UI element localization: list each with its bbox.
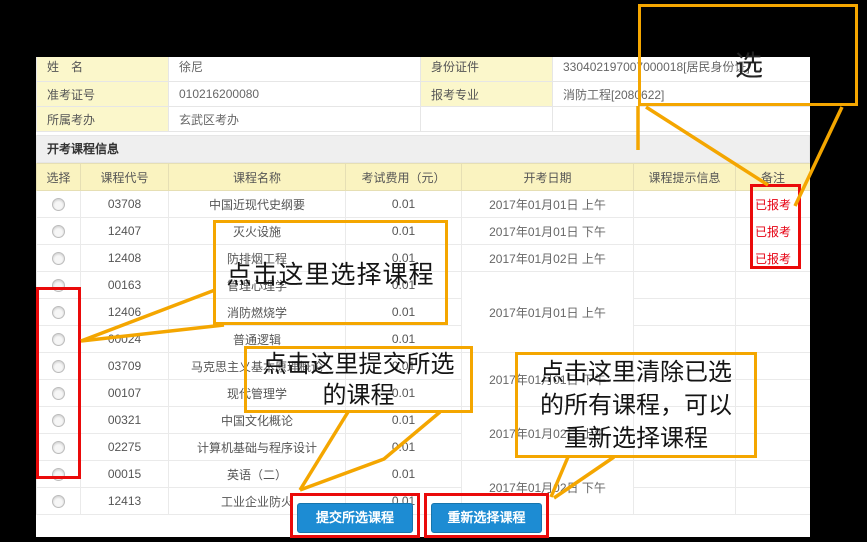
course-row: 00015英语（二）0.012017年01月02日 下午 <box>37 461 811 488</box>
column-header: 考试费用（元） <box>346 164 462 191</box>
course-hint <box>634 218 736 245</box>
course-select-cell <box>37 191 81 218</box>
name-value: 徐尼 <box>169 57 421 82</box>
callout-top-right-visible-text: 选 <box>735 44 763 84</box>
course-code: 00163 <box>81 272 169 299</box>
exam-no-value: 010216200080 <box>169 82 421 107</box>
course-name: 计算机基础与程序设计 <box>169 434 346 461</box>
office-value: 玄武区考办 <box>169 107 421 132</box>
id-card-label: 身份证件 <box>421 57 553 82</box>
course-row: 03708中国近现代史纲要0.012017年01月01日 上午已报考 <box>37 191 811 218</box>
course-remark <box>736 461 811 488</box>
course-hint <box>634 461 736 488</box>
course-radio-button[interactable] <box>52 225 65 238</box>
course-remark <box>736 272 811 299</box>
exam-no-label: 准考证号 <box>37 82 169 107</box>
course-fee: 0.01 <box>346 434 462 461</box>
course-select-cell <box>37 245 81 272</box>
course-hint <box>634 245 736 272</box>
course-code: 03709 <box>81 353 169 380</box>
course-remark <box>736 299 811 326</box>
course-radio-button[interactable] <box>52 252 65 265</box>
course-hint <box>634 326 736 353</box>
course-code: 12408 <box>81 245 169 272</box>
course-hint <box>634 191 736 218</box>
course-table-header-row: 选择课程代号课程名称考试费用（元）开考日期课程提示信息备注 <box>37 164 811 191</box>
course-code: 12406 <box>81 299 169 326</box>
course-code: 12407 <box>81 218 169 245</box>
course-code: 00107 <box>81 380 169 407</box>
highlight-box-radio-column <box>36 287 81 479</box>
empty-cell <box>421 107 553 132</box>
course-code: 03708 <box>81 191 169 218</box>
course-date: 2017年01月01日 上午 <box>462 272 634 353</box>
column-header: 开考日期 <box>462 164 634 191</box>
info-row-office: 所属考办 玄武区考办 <box>37 107 811 132</box>
course-code: 02275 <box>81 434 169 461</box>
course-select-cell <box>37 218 81 245</box>
section-title: 开考课程信息 <box>36 135 810 163</box>
highlight-box-reset-button <box>424 493 549 538</box>
course-date: 2017年01月02日 上午 <box>462 245 634 272</box>
callout-clear-course: 点击这里清除已选 的所有课程，可以 重新选择课程 <box>515 352 757 458</box>
course-code: 00321 <box>81 407 169 434</box>
callout-select-course: 点击这里选择课程 <box>213 220 448 325</box>
course-select-cell <box>37 488 81 515</box>
course-name: 英语（二） <box>169 461 346 488</box>
course-remark <box>736 488 811 515</box>
course-table: 选择课程代号课程名称考试费用（元）开考日期课程提示信息备注 03708中国近现代… <box>36 163 810 515</box>
course-remark <box>736 326 811 353</box>
column-header: 课程提示信息 <box>634 164 736 191</box>
course-code: 00024 <box>81 326 169 353</box>
course-fee: 0.01 <box>346 191 462 218</box>
course-hint <box>634 272 736 299</box>
major-label: 报考专业 <box>421 82 553 107</box>
highlight-box-submit-button <box>290 493 420 538</box>
column-header: 课程名称 <box>169 164 346 191</box>
course-fee: 0.01 <box>346 461 462 488</box>
course-code: 00015 <box>81 461 169 488</box>
column-header: 课程代号 <box>81 164 169 191</box>
course-hint <box>634 299 736 326</box>
course-name: 中国近现代史纲要 <box>169 191 346 218</box>
course-hint <box>634 488 736 515</box>
column-header: 选择 <box>37 164 81 191</box>
name-label: 姓 名 <box>37 57 169 82</box>
office-label: 所属考办 <box>37 107 169 132</box>
callout-submit-course: 点击这里提交所选 的课程 <box>244 346 473 413</box>
course-radio-button[interactable] <box>52 495 65 508</box>
course-code: 12413 <box>81 488 169 515</box>
highlight-box-remark-column <box>750 184 801 269</box>
course-date: 2017年01月01日 上午 <box>462 191 634 218</box>
course-date: 2017年01月01日 下午 <box>462 218 634 245</box>
empty-cell <box>553 107 811 132</box>
course-radio-button[interactable] <box>52 198 65 211</box>
